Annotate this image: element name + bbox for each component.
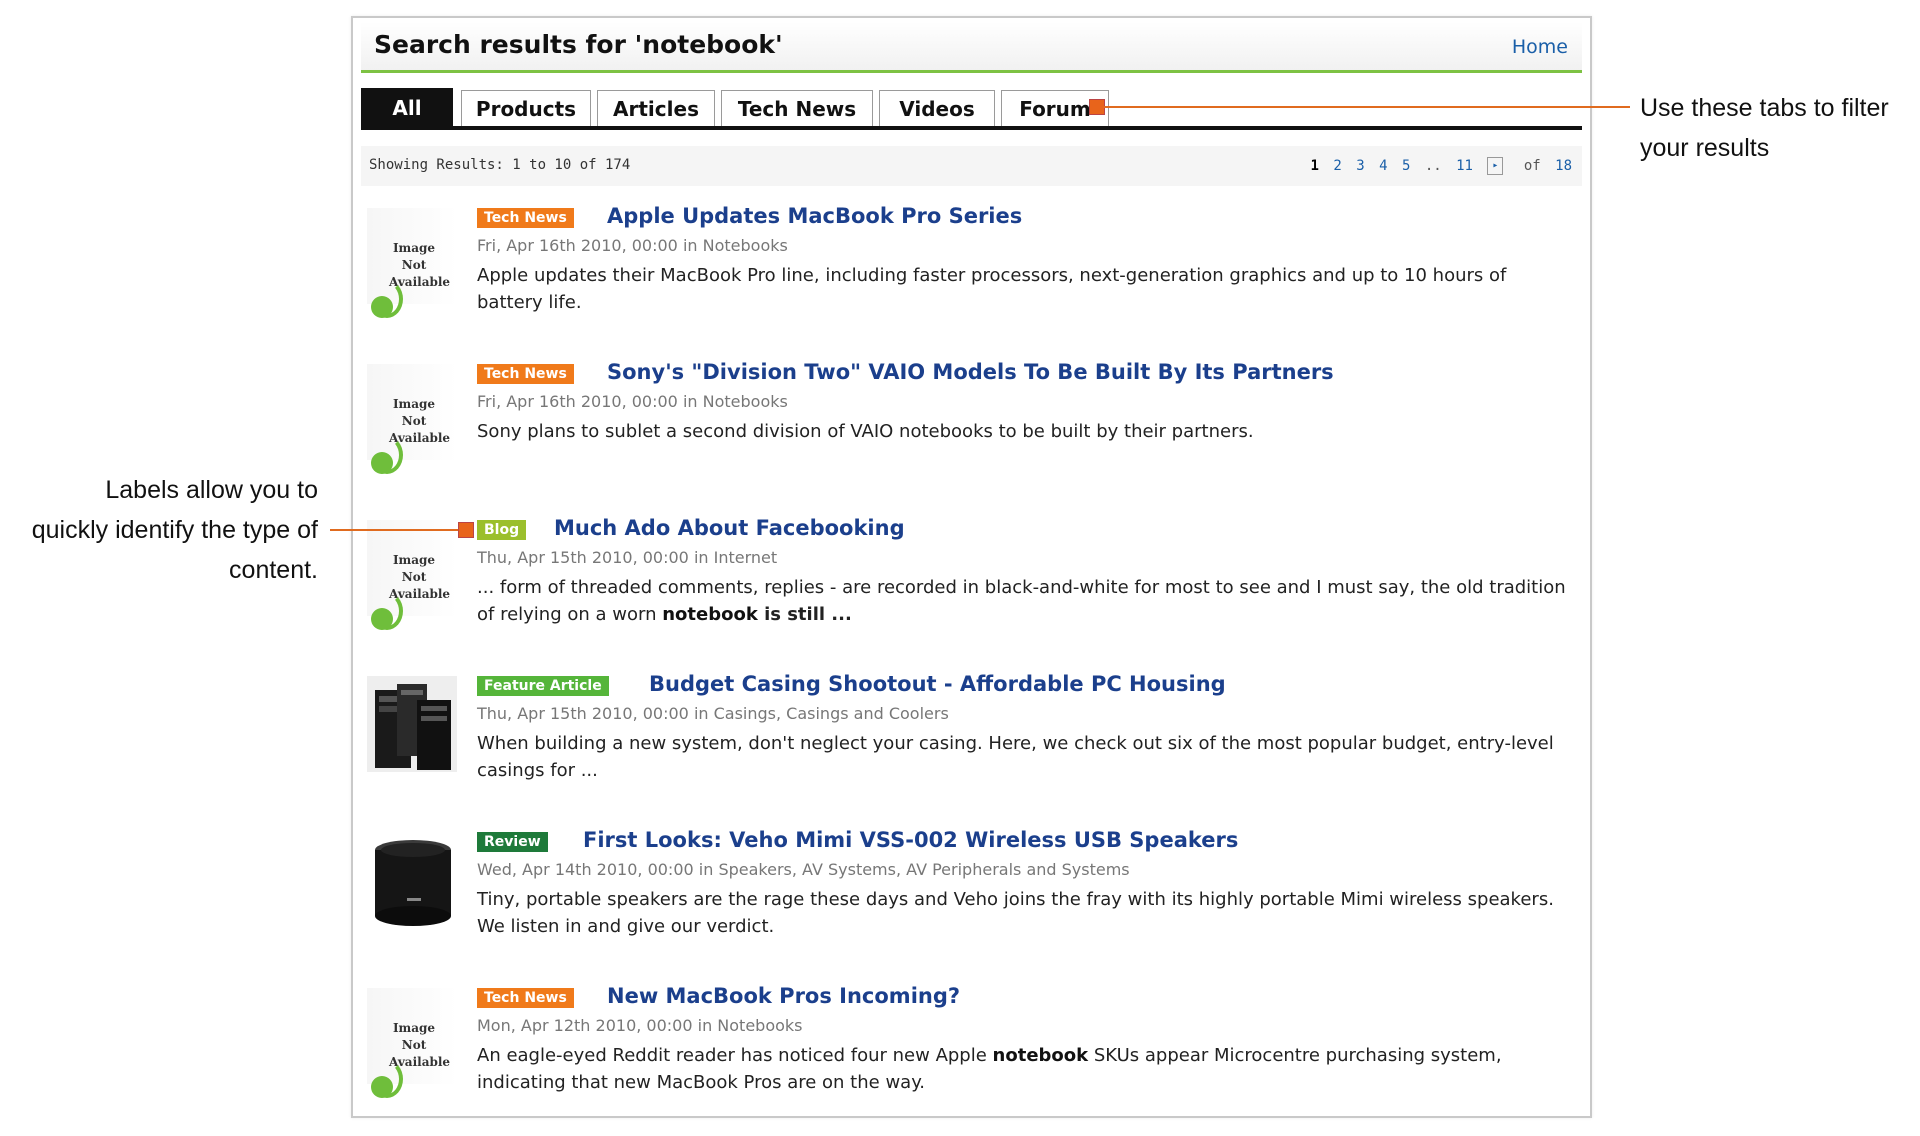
home-link[interactable]: Home <box>1512 36 1568 58</box>
result-meta: Thu, Apr 15th 2010, 00:00 in Internet <box>477 548 778 567</box>
na-line: Image <box>392 1021 436 1035</box>
result-item: Image Not Available Tech News Apple Update… <box>367 204 1582 354</box>
na-line: Image <box>392 397 436 411</box>
results-bar: Showing Results: 1 to 10 of 174 1 2 3 4 … <box>361 146 1582 186</box>
page-header: Search results for 'notebook' Home <box>361 22 1582 73</box>
labels-callout-text: Labels allow you to quickly identify the… <box>0 470 318 590</box>
result-item: Review First Looks: Veho Mimi VSS-002 Wi… <box>367 828 1582 978</box>
result-item: Feature Article Budget Casing Shootout -… <box>367 672 1582 822</box>
tabs-callout-marker <box>1089 99 1105 115</box>
image-not-available-thumbnail: Image Not Available <box>367 988 457 1098</box>
pc-case-thumbnail <box>367 676 457 772</box>
callout-line: Labels allow you to <box>105 476 318 504</box>
page-link-2[interactable]: 2 <box>1333 158 1341 174</box>
page-ellipsis: .. <box>1424 158 1442 174</box>
tab-underline <box>361 126 1582 130</box>
tab-all[interactable]: All <box>361 88 453 126</box>
content-type-label: Feature Article <box>477 676 609 696</box>
result-title-link[interactable]: Much Ado About Facebooking <box>554 516 905 540</box>
callout-line: content. <box>229 556 318 584</box>
content-type-label: Blog <box>477 520 527 540</box>
result-snippet: Tiny, portable speakers are the rage the… <box>477 886 1577 940</box>
result-title-link[interactable]: Apple Updates MacBook Pro Series <box>607 204 1022 228</box>
na-line: Image <box>392 553 436 567</box>
na-line: Not <box>401 570 427 584</box>
page-link-5[interactable]: 5 <box>1402 158 1410 174</box>
tab-products[interactable]: Products <box>461 90 591 126</box>
result-meta: Fri, Apr 16th 2010, 00:00 in Notebooks <box>477 392 788 411</box>
placeholder-dot-icon <box>371 608 393 630</box>
snippet-text: Apple updates their MacBook Pro line, in… <box>477 265 1507 313</box>
result-snippet: ... form of threaded comments, replies -… <box>477 574 1577 628</box>
result-snippet: An eagle-eyed Reddit reader has noticed … <box>477 1042 1577 1096</box>
na-line: Not <box>401 414 427 428</box>
page-link-4[interactable]: 4 <box>1379 158 1387 174</box>
callout-line: Use these tabs to filter <box>1640 94 1889 122</box>
pc-case-image <box>375 684 451 770</box>
placeholder-dot-icon <box>371 1076 393 1098</box>
na-line: Not <box>401 1038 427 1052</box>
callout-line: quickly identify the type of <box>31 516 318 544</box>
page-link-3[interactable]: 3 <box>1356 158 1364 174</box>
page-of-label: of <box>1523 158 1541 174</box>
na-line: Image <box>392 241 436 255</box>
search-results-panel: Search results for 'notebook' Home All P… <box>351 16 1592 1118</box>
result-title-link[interactable]: First Looks: Veho Mimi VSS-002 Wireless … <box>583 828 1238 852</box>
callout-line: your results <box>1640 134 1770 162</box>
snippet-text: When building a new system, don't neglec… <box>477 733 1554 781</box>
snippet-text: ... form of threaded comments, replies -… <box>477 577 1566 625</box>
page-title: Search results for 'notebook' <box>374 30 783 59</box>
result-meta: Fri, Apr 16th 2010, 00:00 in Notebooks <box>477 236 788 255</box>
placeholder-dot-icon <box>371 296 393 318</box>
result-meta: Wed, Apr 14th 2010, 00:00 in Speakers, A… <box>477 860 1130 879</box>
next-page-icon[interactable]: ▸ <box>1487 157 1504 175</box>
content-type-label: Tech News <box>477 988 574 1008</box>
speaker-image <box>375 840 451 926</box>
content-type-label: Tech News <box>477 208 574 228</box>
image-not-available-thumbnail: Image Not Available <box>367 364 457 474</box>
tab-articles[interactable]: Articles <box>597 90 715 126</box>
page-current: 1 <box>1310 158 1319 174</box>
result-title-link[interactable]: Budget Casing Shootout - Affordable PC H… <box>649 672 1226 696</box>
result-title-link[interactable]: Sony's "Division Two" VAIO Models To Be … <box>607 360 1334 384</box>
tabs-callout-text: Use these tabs to filter your results <box>1640 88 1889 168</box>
snippet-text: An eagle-eyed Reddit reader has noticed … <box>477 1045 993 1066</box>
result-snippet: Sony plans to sublet a second division o… <box>477 418 1577 445</box>
na-line: Not <box>401 258 427 272</box>
snippet-text: Tiny, portable speakers are the rage the… <box>477 889 1554 937</box>
image-not-available-thumbnail: Image Not Available <box>367 520 457 630</box>
labels-callout-marker <box>458 522 474 538</box>
page-link-last[interactable]: 18 <box>1555 158 1572 174</box>
result-item: Image Not Available Blog Much Ado About Fa… <box>367 516 1582 666</box>
snippet-highlight: notebook <box>992 1045 1089 1066</box>
pagination: 1 2 3 4 5 .. 11 ▸ of 18 <box>1304 157 1572 175</box>
tab-tech-news[interactable]: Tech News <box>721 90 873 126</box>
results-count: Showing Results: 1 to 10 of 174 <box>369 157 631 173</box>
result-item: Image Not Available Tech News New MacBook … <box>367 984 1582 1134</box>
result-meta: Mon, Apr 12th 2010, 00:00 in Notebooks <box>477 1016 803 1035</box>
result-snippet: When building a new system, don't neglec… <box>477 730 1577 784</box>
tab-videos[interactable]: Videos <box>879 90 995 126</box>
content-type-label: Review <box>477 832 548 852</box>
snippet-highlight: notebook <box>662 604 758 625</box>
placeholder-dot-icon <box>371 452 393 474</box>
snippet-text: is still ... <box>757 604 852 625</box>
result-snippet: Apple updates their MacBook Pro line, in… <box>477 262 1577 316</box>
page-link-11[interactable]: 11 <box>1456 158 1473 174</box>
image-not-available-thumbnail: Image Not Available <box>367 208 457 318</box>
speaker-thumbnail <box>367 832 457 928</box>
content-type-label: Tech News <box>477 364 574 384</box>
tabs-callout-line <box>1104 106 1630 108</box>
labels-callout-line <box>330 529 460 531</box>
result-title-link[interactable]: New MacBook Pros Incoming? <box>607 984 960 1008</box>
result-meta: Thu, Apr 15th 2010, 00:00 in Casings, Ca… <box>477 704 949 723</box>
result-item: Image Not Available Tech News Sony's "Divi… <box>367 360 1582 510</box>
snippet-text: Sony plans to sublet a second division o… <box>477 421 1254 442</box>
